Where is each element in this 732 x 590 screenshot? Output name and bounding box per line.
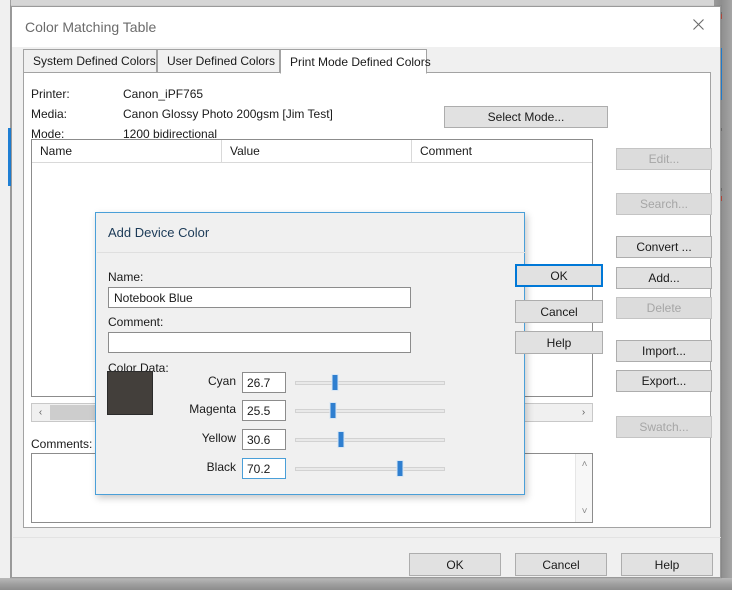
column-header-value[interactable]: Value xyxy=(222,140,412,162)
tab-system-defined-colors[interactable]: System Defined Colors xyxy=(23,49,157,73)
column-header-name[interactable]: Name xyxy=(32,140,222,162)
slider-track xyxy=(295,381,445,385)
comments-vertical-scrollbar[interactable]: ˄ ˅ xyxy=(575,454,592,522)
cyan-label: Cyan xyxy=(207,374,236,388)
slider-thumb[interactable] xyxy=(337,431,345,448)
slider-track xyxy=(295,467,445,471)
media-value: Canon Glossy Photo 200gsm [Jim Test] xyxy=(123,107,333,121)
cancel-button[interactable]: Cancel xyxy=(515,553,607,576)
background-window-bottom-edge xyxy=(0,578,732,590)
dialog-help-button[interactable]: Help xyxy=(515,331,603,354)
cyan-slider[interactable] xyxy=(295,372,445,393)
slider-row-magenta: Magenta xyxy=(160,400,520,421)
media-label: Media: xyxy=(31,107,68,121)
slider-thumb[interactable] xyxy=(329,402,337,419)
close-icon[interactable] xyxy=(676,7,720,41)
slider-row-cyan: Cyan xyxy=(160,372,520,393)
comments-label: Comments: xyxy=(31,437,93,451)
background-window-left-edge xyxy=(0,0,11,578)
scroll-right-icon[interactable]: › xyxy=(575,404,592,421)
import-button[interactable]: Import... xyxy=(616,340,712,362)
dialog-ok-button[interactable]: OK xyxy=(515,264,603,287)
help-button[interactable]: Help xyxy=(621,553,713,576)
slider-thumb[interactable] xyxy=(331,374,339,391)
slider-track xyxy=(295,409,445,413)
color-preview-swatch xyxy=(107,371,153,415)
yellow-input[interactable] xyxy=(242,429,286,450)
printer-info-row: Printer: Canon_iPF765 xyxy=(31,87,451,103)
dialog-title: Add Device Color xyxy=(108,225,210,240)
add-device-color-dialog: Add Device Color Name: Comment: Color Da… xyxy=(95,212,603,495)
comment-label: Comment: xyxy=(108,315,164,329)
dialog-cancel-button[interactable]: Cancel xyxy=(515,300,603,323)
magenta-slider[interactable] xyxy=(295,400,445,421)
tab-label: Print Mode Defined Colors xyxy=(290,54,431,69)
tab-label: User Defined Colors xyxy=(167,54,276,68)
printer-label: Printer: xyxy=(31,87,70,101)
slider-row-black: Black xyxy=(160,458,520,479)
scroll-down-icon[interactable]: ˅ xyxy=(576,503,593,520)
color-list-header: Name Value Comment xyxy=(32,140,592,163)
window-titlebar: Color Matching Table xyxy=(12,7,720,47)
footer-separator xyxy=(13,537,721,538)
column-header-comment[interactable]: Comment xyxy=(412,140,592,162)
cyan-input[interactable] xyxy=(242,372,286,393)
search-button[interactable]: Search... xyxy=(616,193,712,215)
select-mode-button[interactable]: Select Mode... xyxy=(444,106,608,128)
tab-label: System Defined Colors xyxy=(33,54,156,68)
media-info-row: Media: Canon Glossy Photo 200gsm [Jim Te… xyxy=(31,107,451,123)
tabstrip: System Defined Colors User Defined Color… xyxy=(23,49,711,74)
name-label: Name: xyxy=(108,270,144,284)
magenta-input[interactable] xyxy=(242,400,286,421)
scroll-up-icon[interactable]: ˄ xyxy=(576,456,593,473)
slider-row-yellow: Yellow xyxy=(160,429,520,450)
scroll-left-icon[interactable]: ‹ xyxy=(32,404,49,421)
delete-button[interactable]: Delete xyxy=(616,297,712,319)
black-label: Black xyxy=(206,460,236,474)
black-input[interactable] xyxy=(242,458,286,479)
name-input[interactable] xyxy=(108,287,411,308)
tab-user-defined-colors[interactable]: User Defined Colors xyxy=(157,49,280,73)
slider-thumb[interactable] xyxy=(396,460,404,477)
tab-print-mode-defined-colors[interactable]: Print Mode Defined Colors xyxy=(280,49,431,74)
add-button[interactable]: Add... xyxy=(616,267,712,289)
edit-button[interactable]: Edit... xyxy=(616,148,712,170)
ok-button[interactable]: OK xyxy=(409,553,501,576)
printer-value: Canon_iPF765 xyxy=(123,87,204,101)
export-button[interactable]: Export... xyxy=(616,370,712,392)
yellow-slider[interactable] xyxy=(295,429,445,450)
black-slider[interactable] xyxy=(295,458,445,479)
magenta-label: Magenta xyxy=(189,402,236,416)
window-title: Color Matching Table xyxy=(25,19,157,35)
swatch-button[interactable]: Swatch... xyxy=(616,416,712,438)
convert-button[interactable]: Convert ... xyxy=(616,236,712,258)
slider-track xyxy=(295,438,445,442)
yellow-label: Yellow xyxy=(201,431,236,445)
comment-input[interactable] xyxy=(108,332,411,353)
dialog-header-separator xyxy=(97,252,525,253)
